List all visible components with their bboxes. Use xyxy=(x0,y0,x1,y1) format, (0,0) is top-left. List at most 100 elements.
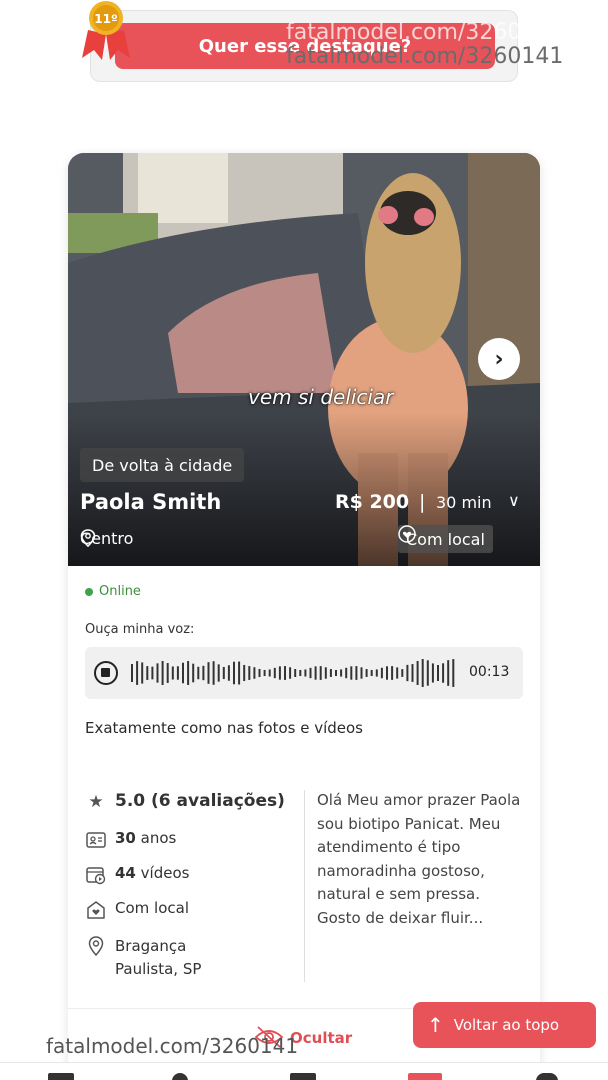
waveform-bar xyxy=(431,663,434,683)
online-status: Online xyxy=(85,584,141,599)
place: Com local xyxy=(85,899,189,921)
waveform-bar xyxy=(411,664,414,682)
search-icon[interactable] xyxy=(172,1073,188,1080)
age-unit: anos xyxy=(140,829,177,847)
profile-bio[interactable]: Olá Meu amor prazer Paola sou biotipo Pa… xyxy=(317,789,522,930)
profile-icon[interactable] xyxy=(536,1073,558,1080)
waveform-bar xyxy=(329,669,332,677)
city: Bragança Paulista, SP xyxy=(85,935,201,981)
audio-player[interactable]: 00:13 xyxy=(85,647,523,699)
profile-photo[interactable]: vem si deliciar › De volta à cidade Paol… xyxy=(68,153,540,566)
waveform-bar xyxy=(268,669,271,677)
waveform-bar xyxy=(248,666,251,680)
home-heart-icon xyxy=(87,901,105,919)
duration[interactable]: 30 min xyxy=(436,493,492,512)
map-pin-icon xyxy=(80,529,96,547)
online-dot-icon xyxy=(85,587,93,596)
voice-label: Ouça minha voz: xyxy=(85,622,195,637)
videos[interactable]: 44 vídeos xyxy=(85,864,189,886)
back-to-top-label: Voltar ao topo xyxy=(453,1016,560,1034)
location: Centro xyxy=(80,529,133,548)
has-place-badge: Com local xyxy=(398,525,493,553)
waveform-bar xyxy=(426,660,429,686)
waveform-bar xyxy=(345,667,348,679)
waveform-bar xyxy=(273,667,276,679)
waveform-bar xyxy=(131,664,133,682)
hide-button[interactable]: Ocultar xyxy=(290,1029,352,1047)
waveform-bar xyxy=(299,669,302,677)
waveform-bar xyxy=(151,666,154,680)
waveform-bar xyxy=(289,667,292,679)
waveform-bar xyxy=(452,659,455,687)
waveform-bar xyxy=(243,664,246,682)
waveform-bar xyxy=(370,669,373,677)
audio-waveform[interactable] xyxy=(131,657,461,689)
age: 30 anos xyxy=(85,829,176,851)
watermark-overlay: fatalmodel.com/3260141 xyxy=(286,20,564,45)
waveform-bar xyxy=(217,664,220,682)
waveform-bar xyxy=(278,666,281,680)
waveform-bar xyxy=(182,662,184,684)
waveform-bar xyxy=(136,661,139,685)
waveform-bar xyxy=(222,666,225,680)
videos-number: 44 xyxy=(115,864,136,882)
waveform-bar xyxy=(324,667,327,679)
waveform-bar xyxy=(176,666,179,680)
price: R$ 200 xyxy=(335,491,410,513)
waveform-bar xyxy=(202,665,205,681)
online-label: Online xyxy=(99,584,141,599)
arrow-up-icon: ↑ xyxy=(427,1013,444,1037)
home-icon[interactable] xyxy=(290,1073,316,1080)
waveform-bar xyxy=(380,667,383,679)
video-icon xyxy=(86,867,106,885)
age-number: 30 xyxy=(115,829,136,847)
waveform-bar xyxy=(309,667,312,679)
waveform-bar xyxy=(335,669,337,677)
id-card-icon xyxy=(86,832,106,848)
profile-name[interactable]: Paola Smith xyxy=(80,490,221,514)
waveform-bar xyxy=(421,659,424,687)
chevron-right-icon: › xyxy=(494,346,504,372)
waveform-bar xyxy=(258,668,261,678)
rank-label: 11º xyxy=(94,12,118,26)
waveform-bar xyxy=(156,663,159,683)
price-separator: | xyxy=(419,491,426,513)
stop-icon[interactable] xyxy=(94,661,118,685)
waveform-bar xyxy=(253,667,256,679)
tagline: Exatamente como nas fotos e vídeos xyxy=(85,719,363,737)
rating[interactable]: ★ 5.0 (6 avaliações) xyxy=(85,791,285,813)
videos-unit: vídeos xyxy=(140,864,190,882)
logo-icon[interactable] xyxy=(408,1073,442,1080)
waveform-bar xyxy=(360,667,363,679)
menu-icon[interactable] xyxy=(48,1073,74,1080)
rating-text: 5.0 (6 avaliações) xyxy=(115,791,285,811)
waveform-bar xyxy=(227,665,230,681)
stats-divider xyxy=(304,790,305,982)
waveform-bar xyxy=(386,666,388,680)
map-pin-icon xyxy=(88,936,104,957)
waveform-bar xyxy=(171,666,174,680)
waveform-bar xyxy=(319,666,322,680)
waveform-bar xyxy=(447,660,450,686)
waveform-bar xyxy=(442,663,445,683)
waveform-bar xyxy=(416,661,419,685)
profile-card[interactable]: vem si deliciar › De volta à cidade Paol… xyxy=(68,153,540,1080)
waveform-bar xyxy=(146,666,149,680)
waveform-bar xyxy=(207,662,210,684)
back-to-top-button[interactable]: ↑ Voltar ao topo xyxy=(413,1002,596,1048)
waveform-bar xyxy=(161,661,164,685)
waveform-bar xyxy=(365,669,368,677)
waveform-bar xyxy=(401,669,404,677)
city-line-1: Bragança xyxy=(115,937,187,955)
chevron-down-icon[interactable]: ∨ xyxy=(508,491,520,510)
waveform-bar xyxy=(396,667,399,679)
waveform-bar xyxy=(141,662,144,684)
audio-time: 00:13 xyxy=(469,664,510,680)
next-photo-button[interactable]: › xyxy=(478,338,520,380)
back-in-town-badge: De volta à cidade xyxy=(80,448,245,482)
waveform-bar xyxy=(294,669,297,677)
waveform-bar xyxy=(437,664,439,682)
waveform-bar xyxy=(340,669,343,677)
waveform-bar xyxy=(197,666,200,680)
waveform-bar xyxy=(406,664,409,682)
